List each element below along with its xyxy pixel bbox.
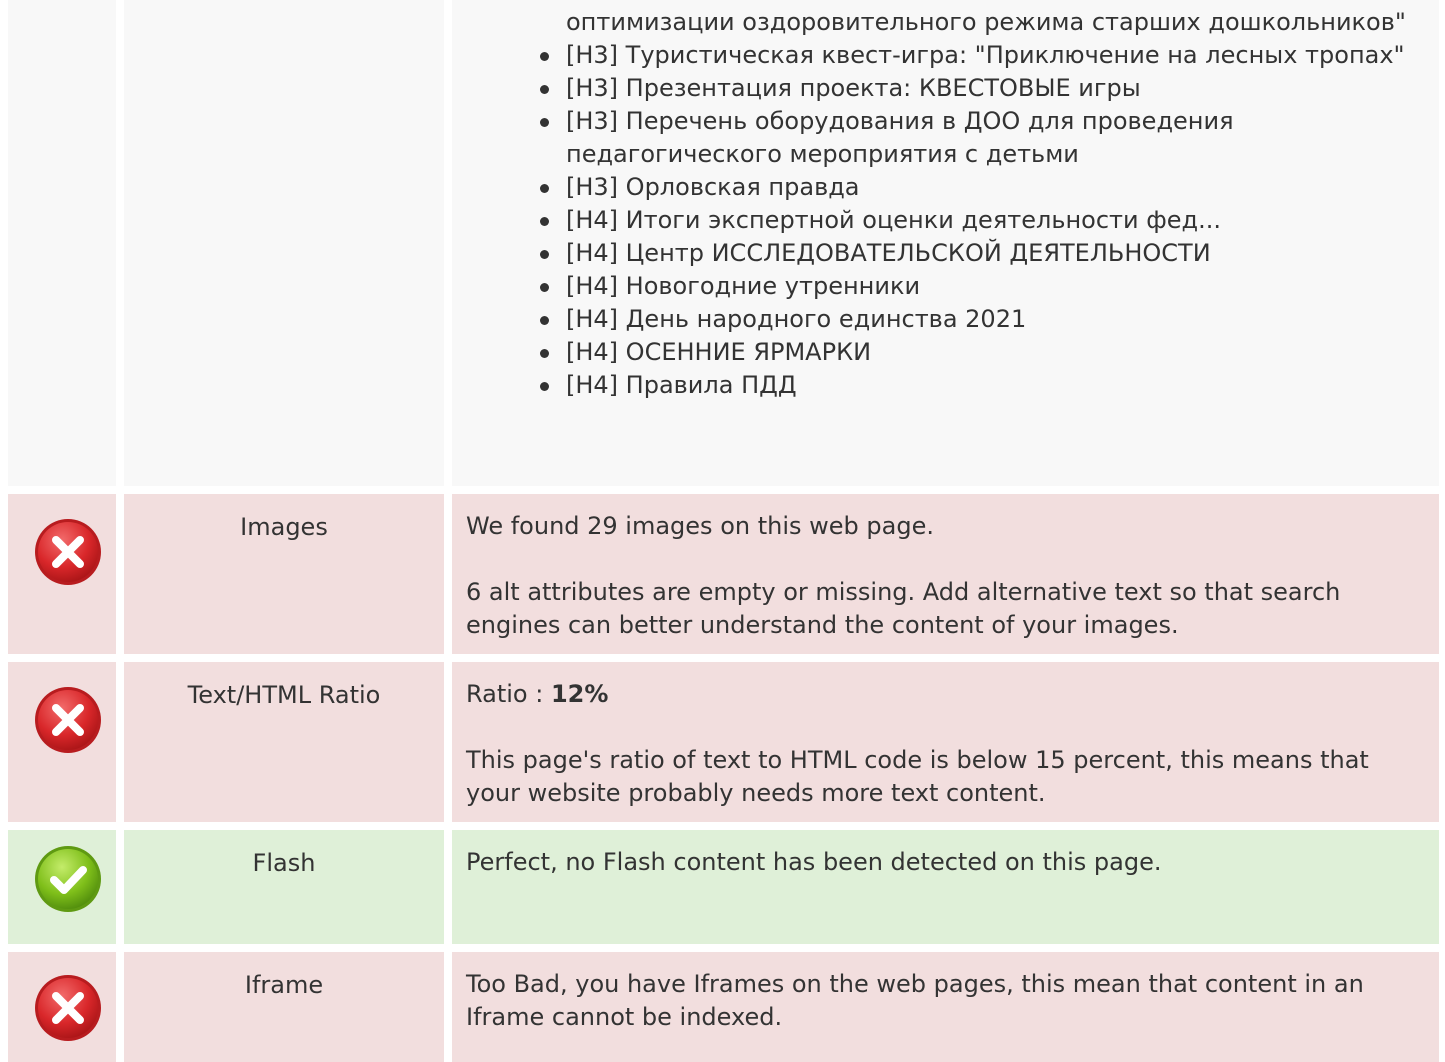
heading-item: [H4] Центр ИССЛЕДОВАТЕЛЬСКОЙ ДЕЯТЕЛЬНОСТ… — [540, 237, 1426, 270]
cross-icon — [35, 975, 101, 1041]
iframe-status-cell — [8, 952, 116, 1062]
ratio-label-cell: Text/HTML Ratio — [124, 662, 444, 822]
heading-item: [H4] День народного единства 2021 — [540, 303, 1426, 336]
images-content-cell: We found 29 images on this web page. 6 a… — [452, 494, 1439, 654]
ratio-status-cell — [8, 662, 116, 822]
heading-item: [H3] Презентация проекта: КВЕСТОВЫЕ игры — [540, 72, 1426, 105]
headings-row: оптимизации оздоровительного режима стар… — [0, 0, 1445, 486]
iframe-content-cell: Too Bad, you have Iframes on the web pag… — [452, 952, 1439, 1062]
ratio-advice: This page's ratio of text to HTML code i… — [466, 746, 1369, 807]
cross-icon — [35, 687, 101, 753]
heading-item: [H3] Туристическая квест-игра: "Приключе… — [540, 39, 1426, 72]
heading-item: [H4] ОСЕННИЕ ЯРМАРКИ — [540, 336, 1426, 369]
headings-label-cell — [124, 0, 444, 486]
check-icon — [35, 846, 101, 912]
heading-item: [H3] Перечень оборудования в ДОО для про… — [540, 105, 1426, 171]
images-summary: We found 29 images on this web page. — [466, 512, 934, 540]
ratio-line: Ratio : 12% — [466, 678, 1425, 711]
flash-content-cell: Perfect, no Flash content has been detec… — [452, 830, 1439, 944]
images-advice: 6 alt attributes are empty or missing. A… — [466, 578, 1341, 639]
seo-report: оптимизации оздоровительного режима стар… — [0, 0, 1445, 1062]
flash-status-cell — [8, 830, 116, 944]
headings-list: оптимизации оздоровительного режима стар… — [540, 6, 1426, 402]
iframe-check-row: Iframe Too Bad, you have Iframes on the … — [0, 952, 1445, 1062]
heading-item: [H3] Орловская правда — [540, 171, 1426, 204]
flash-summary: Perfect, no Flash content has been detec… — [466, 848, 1162, 876]
heading-item-continued: оптимизации оздоровительного режима стар… — [566, 8, 1406, 36]
flash-label-cell: Flash — [124, 830, 444, 944]
iframe-label-cell: Iframe — [124, 952, 444, 1062]
ratio-prefix: Ratio : — [466, 680, 551, 708]
ratio-label: Text/HTML Ratio — [187, 681, 381, 709]
ratio-content-cell: Ratio : 12% This page's ratio of text to… — [452, 662, 1439, 822]
cross-icon — [35, 519, 101, 585]
iframe-label: Iframe — [244, 971, 324, 999]
images-check-row: Images We found 29 images on this web pa… — [0, 494, 1445, 654]
flash-label: Flash — [252, 849, 316, 877]
images-label: Images — [240, 513, 328, 541]
images-label-cell: Images — [124, 494, 444, 654]
heading-item: [H4] Итоги экспертной оценки деятельност… — [540, 204, 1426, 237]
heading-item: [H4] Новогодние утренники — [540, 270, 1426, 303]
ratio-value: 12% — [550, 680, 609, 708]
images-status-cell — [8, 494, 116, 654]
text-html-ratio-check-row: Text/HTML Ratio Ratio : 12% This page's … — [0, 662, 1445, 822]
flash-check-row: Flash Perfect, no Flash content has been… — [0, 830, 1445, 944]
iframe-summary: Too Bad, you have Iframes on the web pag… — [466, 970, 1364, 1031]
headings-icon-cell — [8, 0, 116, 486]
heading-item: [H4] Правила ПДД — [540, 369, 1426, 402]
